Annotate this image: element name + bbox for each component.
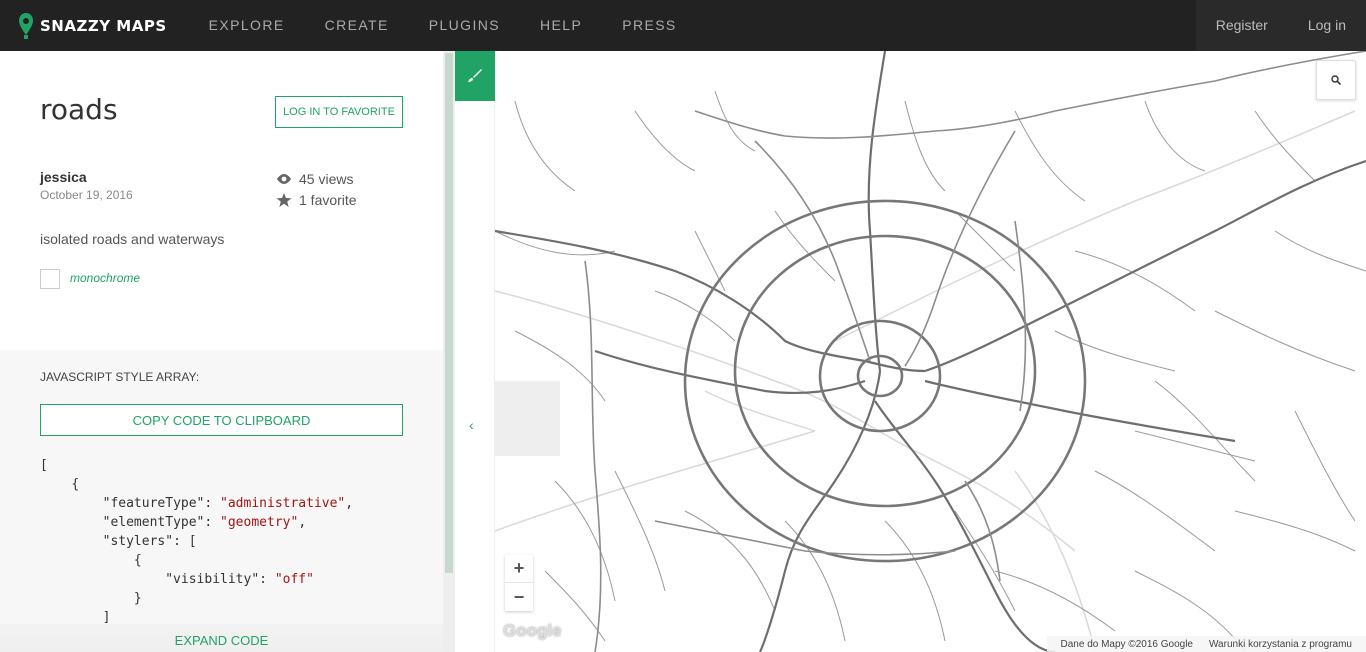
code-key: "visibility"	[165, 572, 260, 587]
star-icon	[276, 193, 292, 207]
code-value: "off"	[274, 572, 314, 587]
register-link[interactable]: Register	[1196, 0, 1288, 51]
code-key: "featureType"	[102, 496, 205, 511]
scrollbar-thumb[interactable]	[445, 53, 453, 573]
nav-press[interactable]: PRESS	[602, 0, 696, 51]
login-link[interactable]: Log in	[1288, 0, 1366, 51]
nav-help[interactable]: HELP	[520, 0, 602, 51]
zoom-out-button[interactable]: −	[505, 583, 533, 611]
map-attribution: Dane do Mapy ©2016 Google Warunki korzys…	[1046, 636, 1366, 652]
code-value: "administrative"	[220, 496, 346, 511]
account-menu: Register Log in	[1195, 0, 1366, 51]
expand-code-button[interactable]: EXPAND CODE	[0, 624, 443, 652]
favorites-count: 1 favorite	[276, 192, 357, 208]
google-logo[interactable]: Google	[503, 621, 562, 641]
copy-code-button[interactable]: COPY CODE TO CLIPBOARD	[40, 404, 403, 436]
top-navigation: SNAZZY MAPS EXPLORE CREATE PLUGINS HELP …	[0, 0, 1366, 51]
zoom-control: + −	[505, 555, 533, 611]
views-count: 45 views	[276, 171, 353, 187]
map-canvas[interactable]: ‹ + − Google Dane do Mapy ©2016 Google W…	[455, 51, 1366, 652]
main-menu: EXPLORE CREATE PLUGINS HELP PRESS	[189, 0, 697, 51]
code-line: [	[40, 458, 48, 473]
code-value: "geometry"	[220, 515, 299, 530]
chevron-left-icon[interactable]: ‹	[469, 417, 474, 433]
attribution-text: Dane do Mapy ©2016 Google	[1060, 638, 1193, 650]
sidebar-toggle-strip[interactable]: ‹	[455, 101, 495, 652]
brand-logo[interactable]: SNAZZY MAPS	[18, 0, 167, 51]
publish-date: October 19, 2016	[40, 188, 133, 202]
code-key: "stylers"	[102, 534, 174, 549]
sidebar-scrollbar[interactable]	[443, 51, 455, 652]
page-title: roads	[40, 93, 118, 126]
tag-color-swatch	[40, 269, 60, 289]
brand-name: SNAZZY MAPS	[40, 16, 167, 35]
code-line: {	[133, 553, 142, 568]
code-heading: JAVASCRIPT STYLE ARRAY:	[40, 370, 200, 384]
views-label: 45 views	[299, 171, 354, 187]
nav-explore[interactable]: EXPLORE	[189, 0, 305, 51]
code-line: {	[71, 477, 80, 492]
favorite-button[interactable]: LOG IN TO FAVORITE	[275, 96, 403, 128]
code-section: JAVASCRIPT STYLE ARRAY: COPY CODE TO CLI…	[0, 350, 443, 652]
code-block[interactable]: [ { "featureType": "administrative", "el…	[40, 456, 353, 627]
road-network	[494, 51, 1366, 652]
style-description: isolated roads and waterways	[40, 231, 225, 247]
code-key: "elementType"	[102, 515, 205, 530]
search-icon	[1331, 75, 1341, 85]
terms-link[interactable]: Warunki korzystania z programu	[1209, 639, 1352, 650]
map-search-button[interactable]	[1316, 60, 1356, 100]
edit-style-button[interactable]	[455, 51, 495, 101]
favorites-label: 1 favorite	[299, 192, 357, 208]
tag-monochrome[interactable]: monochrome	[70, 271, 140, 285]
paintbrush-icon	[468, 69, 482, 82]
eye-icon	[277, 174, 291, 184]
map-pin-icon	[19, 12, 33, 39]
style-sidebar: roads LOG IN TO FAVORITE jessica October…	[0, 51, 455, 652]
author-name[interactable]: jessica	[40, 169, 87, 185]
nav-create[interactable]: CREATE	[305, 0, 409, 51]
nav-plugins[interactable]: PLUGINS	[409, 0, 520, 51]
code-line: ]	[102, 610, 111, 625]
code-line: }	[133, 591, 142, 606]
zoom-in-button[interactable]: +	[505, 555, 533, 583]
